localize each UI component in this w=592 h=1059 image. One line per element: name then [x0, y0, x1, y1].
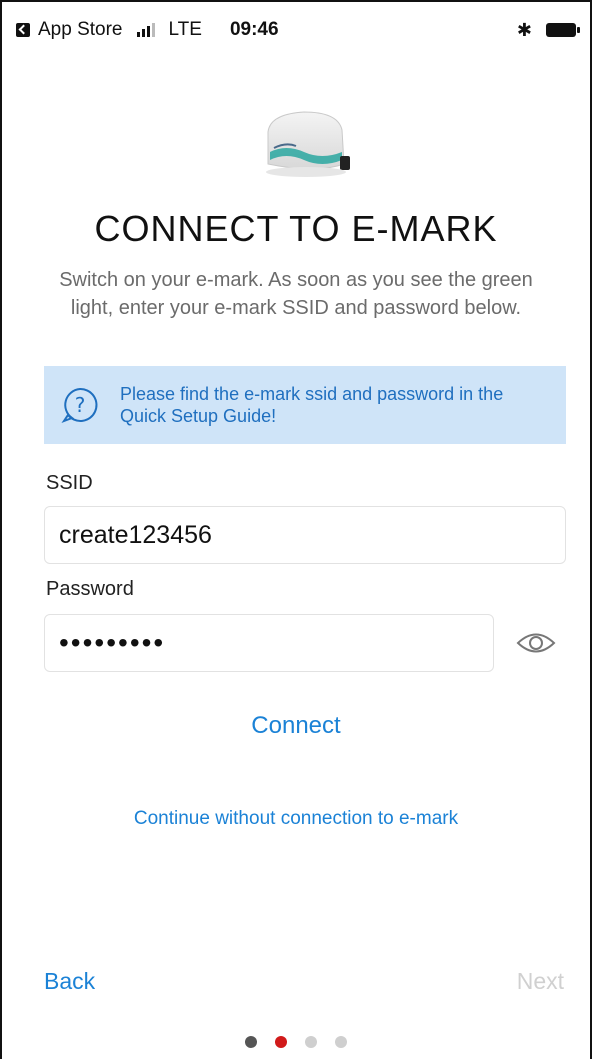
- page-dot-2-active: [275, 1036, 287, 1048]
- emark-device-image: [266, 111, 350, 177]
- back-app-label[interactable]: App Store: [38, 19, 123, 41]
- status-right-group: ✱: [516, 19, 580, 41]
- info-banner: ? Please find the e-mark ssid and passwo…: [44, 366, 566, 444]
- network-type: LTE: [168, 19, 202, 40]
- battery-icon: [546, 23, 580, 37]
- page-indicator: [0, 1036, 592, 1048]
- connect-button[interactable]: Connect: [0, 712, 592, 740]
- password-input[interactable]: •••••••••: [44, 614, 494, 672]
- password-label: Password: [46, 578, 134, 600]
- bluetooth-icon: ✱: [516, 19, 532, 41]
- svg-text:?: ?: [75, 393, 86, 417]
- next-button[interactable]: Next: [517, 968, 564, 995]
- ssid-label: SSID: [46, 472, 93, 494]
- page-dot-3: [305, 1036, 317, 1048]
- help-circle-icon: ?: [61, 387, 98, 424]
- status-bar: App Store LTE 09:46 ✱: [16, 14, 580, 46]
- page-title: CONNECT TO E-MARK: [94, 208, 498, 249]
- page-dot-4: [335, 1036, 347, 1048]
- page-subtitle: Switch on your e-mark. As soon as you se…: [59, 269, 533, 319]
- info-text: Please find the e-mark ssid and password…: [120, 384, 504, 426]
- back-button[interactable]: Back: [44, 968, 95, 995]
- signal-strength-icon: [136, 23, 155, 37]
- back-to-app-icon[interactable]: [16, 23, 30, 37]
- status-time: 09:46: [229, 19, 279, 40]
- show-password-eye-icon[interactable]: [514, 628, 558, 658]
- page-dot-1: [245, 1036, 257, 1048]
- ssid-input[interactable]: create123456: [44, 506, 566, 564]
- continue-without-connection-link[interactable]: Continue without connection to e-mark: [0, 808, 592, 830]
